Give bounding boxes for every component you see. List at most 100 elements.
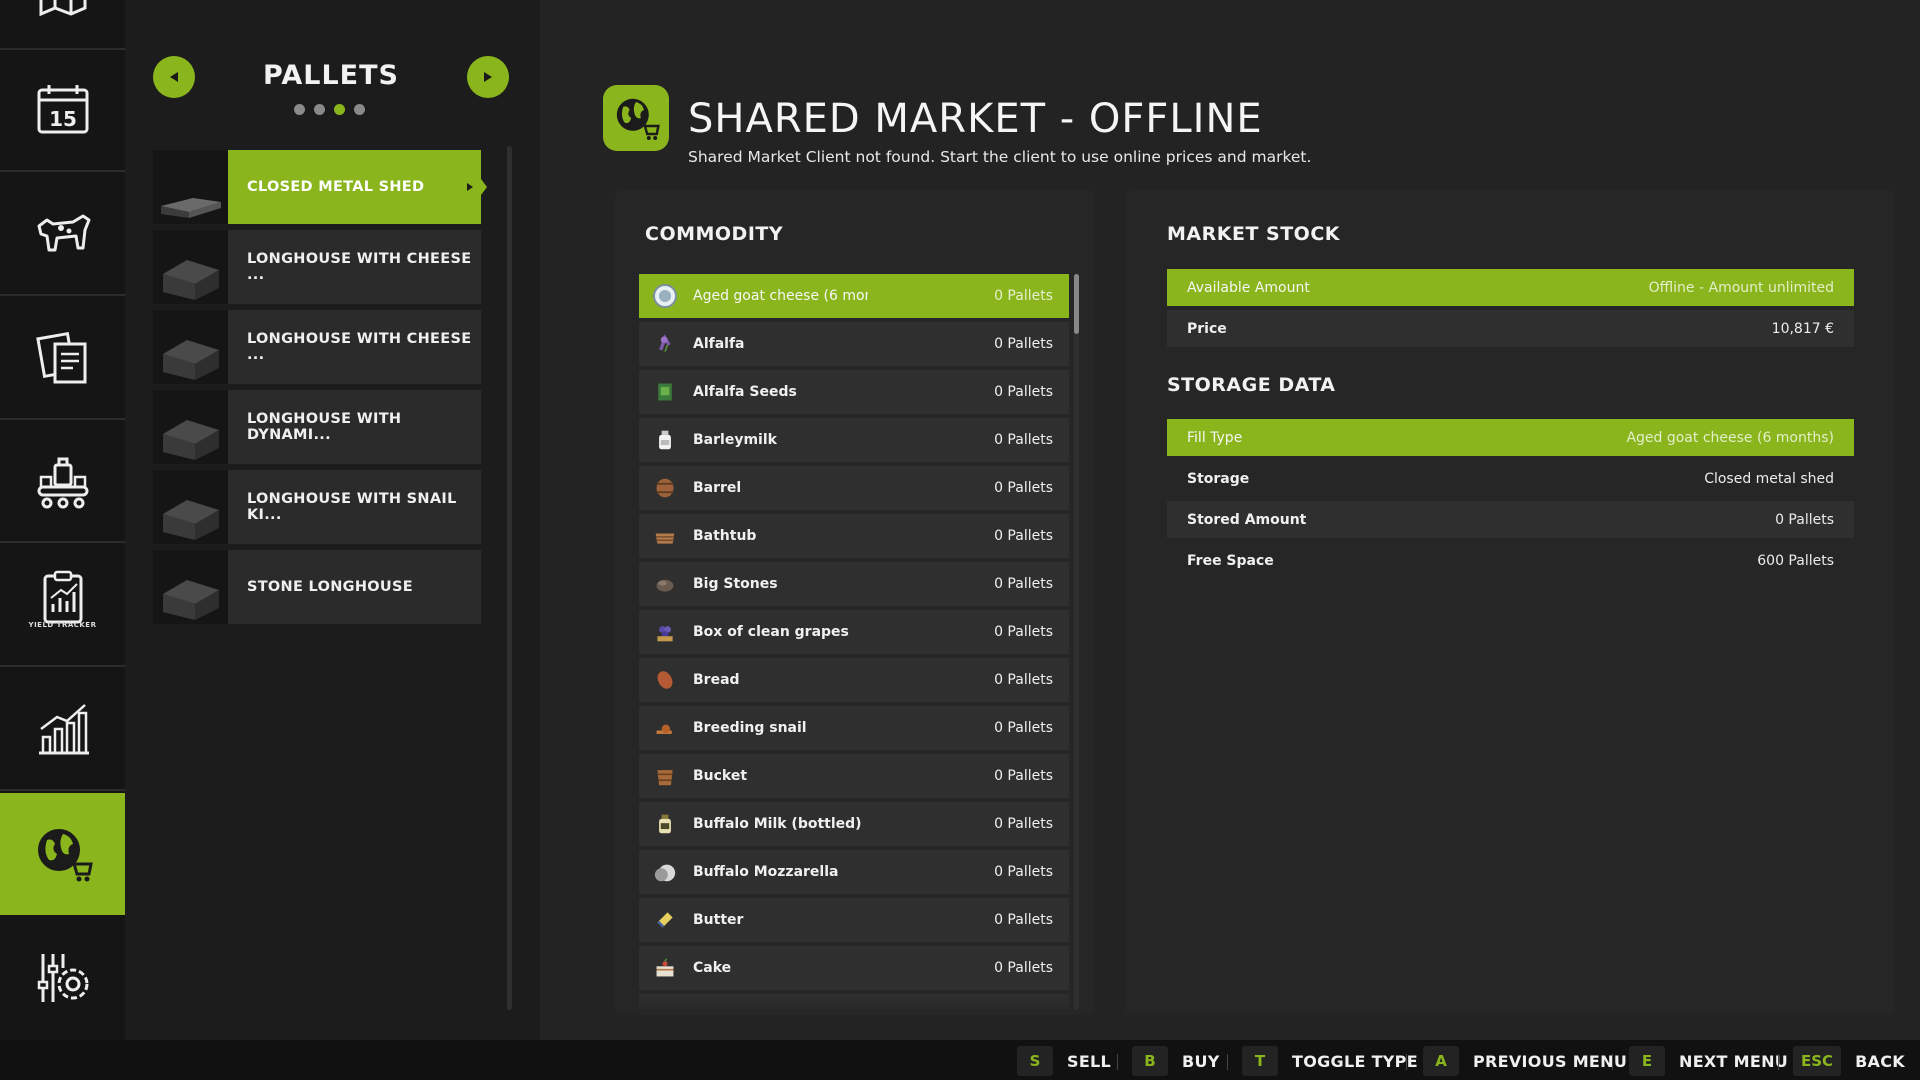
commodity-name: Box of clean grapes [693, 624, 849, 640]
storage-row: Storage Closed metal shed [1167, 460, 1854, 497]
divider [1227, 1054, 1228, 1070]
page-indicator [294, 104, 365, 115]
commodity-name: Barrel [693, 480, 742, 496]
building-thumbnail [153, 390, 228, 464]
commodity-row[interactable]: Bucket 0 Pallets [639, 754, 1069, 798]
key-cap: B [1132, 1046, 1168, 1076]
commodity-row[interactable]: Alfalfa 0 Pallets [639, 322, 1069, 366]
sell-hint[interactable]: S SELL [1017, 1046, 1111, 1076]
commodity-row[interactable]: Aged goat cheese (6 months) 0 Pallets [639, 274, 1069, 318]
pallet-item[interactable]: LONGHOUSE WITH CHEESE ... [153, 230, 481, 304]
price-row: Price 10,817 € [1167, 310, 1854, 347]
bathtub-icon [652, 523, 678, 549]
rail-item-map[interactable] [0, 0, 125, 50]
pallet-item[interactable]: LONGHOUSE WITH DYNAMI... [153, 390, 481, 464]
price-label: Price [1187, 320, 1227, 337]
buy-hint[interactable]: B BUY [1132, 1046, 1220, 1076]
stone-longhouse-image [163, 580, 219, 620]
pallet-item-label: LONGHOUSE WITH CHEESE ... [247, 331, 472, 363]
hint-label: NEXT MENU [1679, 1051, 1789, 1071]
pallet-item-label: CLOSED METAL SHED [228, 150, 481, 224]
rail-item-statistics[interactable] [0, 669, 125, 791]
key-hints-bar: S SELL B BUY T TOGGLE TYPE A PREVIOUS ME… [0, 1040, 1920, 1080]
building-thumbnail [153, 150, 228, 224]
pallet-item-label: STONE LONGHOUSE [247, 579, 413, 595]
page-dot-active[interactable] [334, 104, 345, 115]
pallets-scrollbar[interactable] [507, 146, 512, 1010]
rail-item-production[interactable] [0, 421, 125, 543]
commodity-amount: 0 Pallets [994, 912, 1053, 928]
rail-item-shared-market[interactable] [0, 793, 125, 915]
rail-item-yield-tracker[interactable]: YIELD TRACKER [0, 545, 125, 667]
commodity-name: Bucket [693, 768, 748, 784]
commodity-row[interactable]: Barrel 0 Pallets [639, 466, 1069, 510]
scrollbar-thumb[interactable] [1074, 274, 1079, 334]
commodity-scrollbar[interactable] [1074, 274, 1079, 1010]
commodity-row[interactable]: Bread 0 Pallets [639, 658, 1069, 702]
storage-label: Storage [1187, 470, 1250, 487]
storage-value: Closed metal shed [1704, 470, 1834, 487]
commodity-row[interactable]: Bathtub 0 Pallets [639, 514, 1069, 558]
page-dot[interactable] [314, 104, 325, 115]
settings-icon [37, 954, 88, 1002]
calendar-day: 15 [49, 107, 77, 131]
divider [1406, 1054, 1407, 1070]
building-thumbnail [153, 470, 228, 544]
commodity-row[interactable]: Box of clean grapes 0 Pallets [639, 610, 1069, 654]
commodity-row[interactable]: Buffalo Milk (bottled) 0 Pallets [639, 802, 1069, 846]
commodity-amount: 0 Pallets [994, 624, 1053, 640]
statistics-icon [38, 704, 89, 755]
rail-item-contracts[interactable] [0, 298, 125, 420]
longhouse-image [163, 340, 219, 380]
bread-icon [652, 667, 678, 693]
back-hint[interactable]: ESC BACK [1793, 1046, 1905, 1076]
shared-market-icon [37, 829, 93, 882]
animals-icon [37, 214, 90, 252]
rail-item-settings[interactable] [0, 917, 125, 1039]
commodity-row-partial[interactable] [639, 994, 1069, 1010]
production-icon [37, 457, 88, 509]
commodity-row[interactable]: Alfalfa Seeds 0 Pallets [639, 370, 1069, 414]
prev-page-button[interactable] [153, 56, 195, 98]
commodity-amount: 0 Pallets [994, 384, 1053, 400]
commodity-amount: 0 Pallets [994, 480, 1053, 496]
contracts-icon [35, 331, 86, 384]
commodity-name: Buffalo Milk (bottled) [693, 816, 862, 832]
pallet-item[interactable]: CLOSED METAL SHED [153, 150, 481, 224]
yield-tracker-label: YIELD TRACKER [28, 621, 97, 629]
key-cap: A [1423, 1046, 1459, 1076]
commodity-row[interactable]: Cake 0 Pallets [639, 946, 1069, 990]
bottle-icon [652, 427, 678, 453]
divider [1612, 1054, 1613, 1070]
pallet-item-label: LONGHOUSE WITH DYNAMI... [247, 411, 402, 443]
next-page-button[interactable] [467, 56, 509, 98]
commodity-name: Breeding snail [693, 720, 807, 736]
pallet-item[interactable]: LONGHOUSE WITH CHEESE ... [153, 310, 481, 384]
page-dot[interactable] [354, 104, 365, 115]
pallet-item[interactable]: LONGHOUSE WITH SNAIL KI... [153, 470, 481, 544]
pallet-item-label: LONGHOUSE WITH SNAIL KI... [247, 491, 457, 523]
commodity-row[interactable]: Breeding snail 0 Pallets [639, 706, 1069, 750]
previous-menu-hint[interactable]: A PREVIOUS MENU [1423, 1046, 1627, 1076]
commodity-row[interactable]: Big Stones 0 Pallets [639, 562, 1069, 606]
commodity-amount: 0 Pallets [994, 720, 1053, 736]
stored-amount-label: Stored Amount [1187, 511, 1307, 528]
commodity-row[interactable]: Barleymilk 0 Pallets [639, 418, 1069, 462]
commodity-name: Butter [693, 912, 744, 928]
commodity-amount: 0 Pallets [994, 528, 1053, 544]
commodity-list: Aged goat cheese (6 months) 0 Pallets Al… [639, 274, 1069, 1010]
map-icon [39, 0, 86, 17]
commodity-name: Bread [693, 672, 740, 688]
butter-icon [652, 907, 678, 933]
free-space-label: Free Space [1187, 552, 1274, 569]
commodity-name: Alfalfa Seeds [693, 384, 797, 400]
rail-item-animals[interactable] [0, 174, 125, 296]
commodity-row[interactable]: Butter 0 Pallets [639, 898, 1069, 942]
next-menu-hint[interactable]: E NEXT MENU [1629, 1046, 1788, 1076]
rail-item-calendar[interactable]: 15 [0, 50, 125, 172]
page-dot[interactable] [294, 104, 305, 115]
hint-label: TOGGLE TYPE [1292, 1051, 1418, 1071]
pallet-item[interactable]: STONE LONGHOUSE [153, 550, 481, 624]
commodity-row[interactable]: Buffalo Mozzarella 0 Pallets [639, 850, 1069, 894]
toggle-type-hint[interactable]: T TOGGLE TYPE [1242, 1046, 1418, 1076]
